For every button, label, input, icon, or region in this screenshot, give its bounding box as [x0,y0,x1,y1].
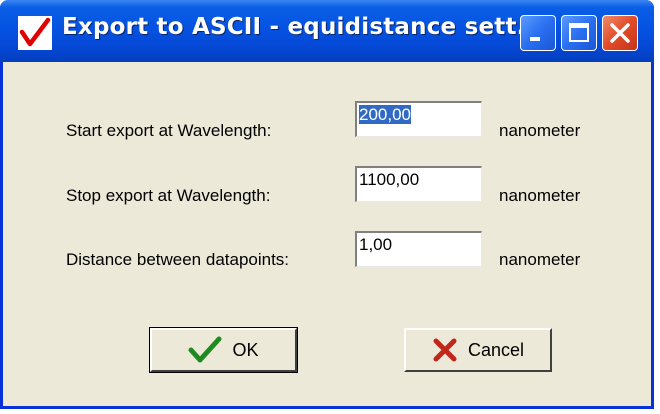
minimize-button[interactable] [520,15,556,51]
close-button[interactable] [602,15,638,51]
distance-label: Distance between datapoints: [66,250,290,269]
cancel-button[interactable]: Cancel [404,328,552,372]
ok-label: OK [232,339,259,360]
maximize-icon [569,23,589,42]
stop-wavelength-value: 1100,00 [359,170,420,189]
window-title: Export to ASCII - equidistance sett... [62,14,544,40]
red-x-icon [433,338,457,362]
stop-wavelength-unit: nanometer [499,186,581,205]
maximize-button[interactable] [561,15,597,51]
stop-wavelength-input[interactable]: 1100,00 [355,166,482,202]
start-wavelength-label: Start export at Wavelength: [66,121,272,140]
stop-wavelength-label: Stop export at Wavelength: [66,186,271,205]
cancel-label: Cancel [467,339,525,360]
start-wavelength-unit: nanometer [499,121,581,140]
distance-unit: nanometer [499,250,581,269]
close-icon [610,23,630,43]
ok-button[interactable]: OK [149,327,298,373]
start-wavelength-input[interactable]: 200,00 [355,101,482,137]
start-wavelength-value: 200,00 [359,105,411,124]
distance-input[interactable]: 1,00 [355,231,482,267]
green-check-icon [188,336,222,363]
export-dialog: Export to ASCII - equidistance sett... S… [0,0,654,409]
distance-value: 1,00 [359,235,393,254]
red-checkmark-icon [18,16,52,50]
title-bar[interactable]: Export to ASCII - equidistance sett... [0,0,654,62]
minimize-icon [530,37,540,41]
